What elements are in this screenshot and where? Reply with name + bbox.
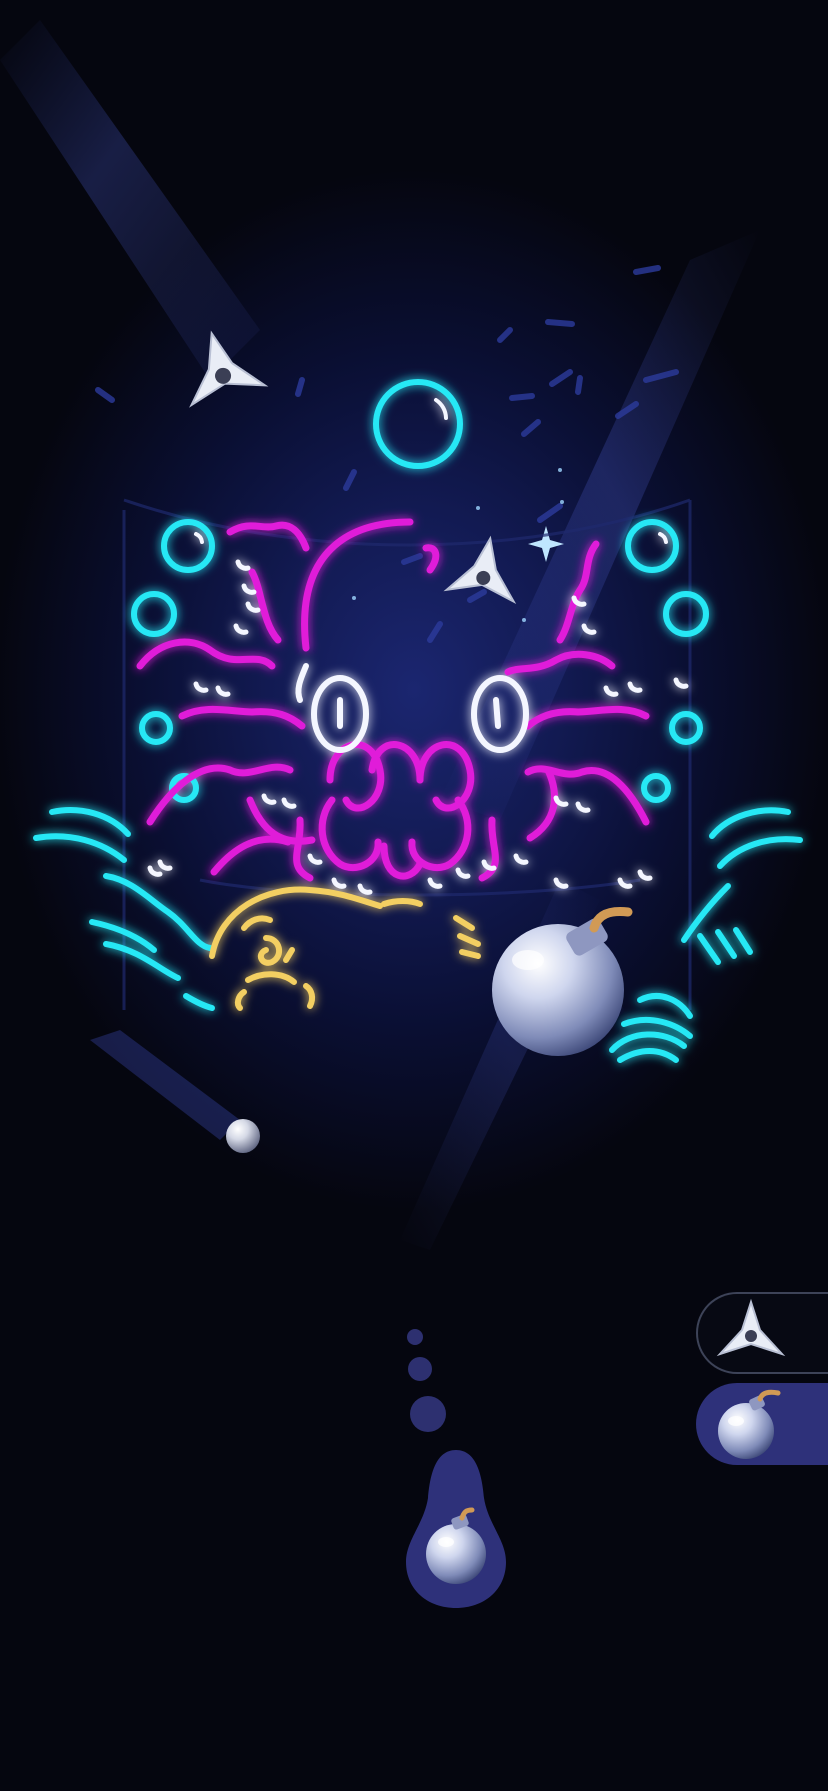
shuriken-icon (716, 1298, 786, 1357)
aim-dot (408, 1357, 432, 1381)
aim-dot (407, 1329, 423, 1345)
bomb-icon (718, 1389, 781, 1459)
weapon-slot-bomb[interactable] (696, 1383, 828, 1465)
aim-dot (410, 1396, 446, 1432)
weapon-slot-shuriken[interactable] (696, 1292, 828, 1374)
game-stage[interactable] (0, 0, 828, 1791)
launcher[interactable] (406, 1450, 506, 1608)
